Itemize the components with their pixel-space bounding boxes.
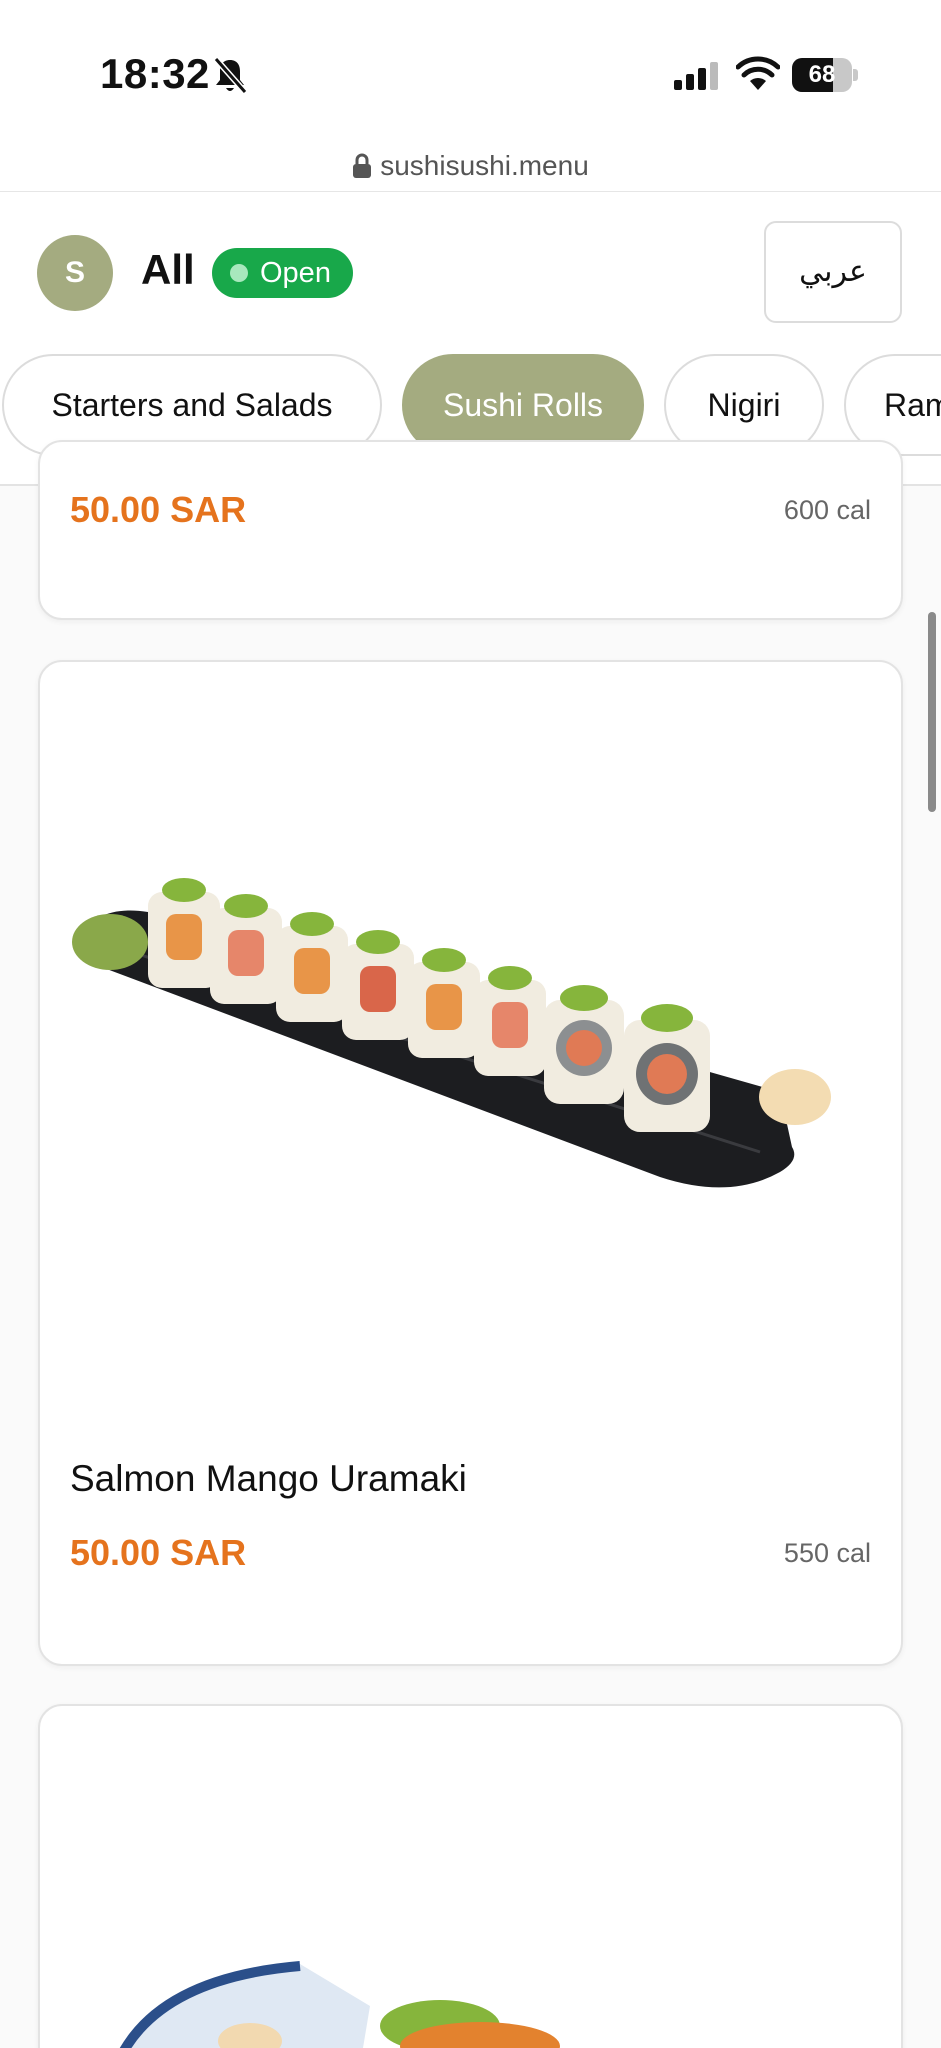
url-text: sushisushi.menu [380, 150, 589, 181]
status-time: 18:32 [100, 50, 210, 97]
item-image [72, 878, 831, 1188]
page-scrollbar[interactable] [928, 612, 936, 812]
item-calories: 550 cal [783, 1538, 871, 1568]
avatar: S [37, 235, 113, 311]
open-status-badge: Open [212, 248, 353, 298]
bell-muted-icon [213, 57, 248, 94]
status-dot-icon [230, 264, 248, 282]
item-price: 50.00 SAR [70, 489, 247, 530]
menu-item-card[interactable]: 50.00 SAR 600 cal [38, 440, 903, 620]
menu-item-card[interactable]: Salmon Mango Uramaki 50.00 SAR 550 cal [38, 660, 903, 1666]
store-header: S All Open عربي [0, 192, 941, 352]
item-price: 50.00 SAR [70, 1532, 247, 1573]
battery-level-text: 68 [808, 61, 836, 88]
wifi-icon [736, 56, 780, 90]
item-calories: 600 cal [783, 495, 871, 525]
store-name: All [141, 246, 195, 293]
battery-icon: 68 [792, 58, 858, 92]
status-bar: 18:32 68 [0, 0, 941, 140]
browser-url-bar[interactable]: sushisushi.menu [0, 140, 941, 192]
signal-icon [674, 62, 718, 90]
menu-item-card[interactable] [38, 1704, 903, 2048]
item-name: Salmon Mango Uramaki [70, 1458, 467, 1499]
language-toggle-button[interactable]: عربي [764, 221, 902, 323]
page: 18:32 68 sushisushi.menu S All Open عربي… [0, 0, 941, 2048]
open-status-label: Open [260, 256, 331, 289]
lock-icon [353, 153, 372, 178]
item-image [119, 1961, 560, 2048]
